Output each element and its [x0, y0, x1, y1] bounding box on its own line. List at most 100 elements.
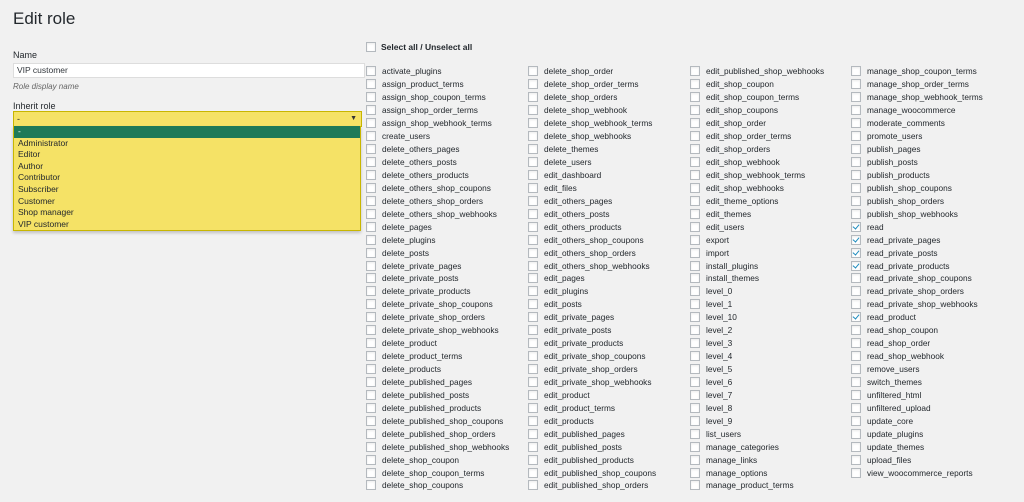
- capability-item[interactable]: delete_users: [528, 156, 656, 169]
- capability-item[interactable]: delete_posts: [366, 246, 509, 259]
- capability-item[interactable]: edit_others_shop_orders: [528, 246, 656, 259]
- capability-item[interactable]: list_users: [690, 427, 824, 440]
- capability-checkbox[interactable]: [528, 92, 538, 103]
- capability-checkbox[interactable]: [366, 351, 376, 362]
- capability-checkbox[interactable]: [851, 260, 861, 271]
- capability-checkbox[interactable]: [528, 299, 538, 310]
- capability-checkbox[interactable]: [851, 467, 861, 478]
- capability-item[interactable]: delete_published_shop_webhooks: [366, 440, 509, 453]
- capability-checkbox[interactable]: [366, 325, 376, 336]
- capability-checkbox[interactable]: [366, 144, 376, 155]
- capability-checkbox[interactable]: [366, 234, 376, 245]
- capability-item[interactable]: read_product: [851, 311, 983, 324]
- capability-checkbox[interactable]: [528, 195, 538, 206]
- capability-checkbox[interactable]: [366, 299, 376, 310]
- inherit-role-option[interactable]: Customer: [14, 196, 360, 208]
- inherit-role-option[interactable]: Shop manager: [14, 207, 360, 219]
- capability-checkbox[interactable]: [366, 131, 376, 142]
- capability-item[interactable]: publish_shop_coupons: [851, 181, 983, 194]
- capability-checkbox[interactable]: [528, 428, 538, 439]
- capability-checkbox[interactable]: [690, 157, 700, 168]
- capability-item[interactable]: level_9: [690, 414, 824, 427]
- capability-item[interactable]: delete_others_shop_webhooks: [366, 207, 509, 220]
- capability-checkbox[interactable]: [851, 338, 861, 349]
- capability-item[interactable]: assign_product_terms: [366, 78, 509, 91]
- capability-item[interactable]: edit_published_products: [528, 453, 656, 466]
- capability-checkbox[interactable]: [528, 131, 538, 142]
- capability-item[interactable]: delete_shop_webhook_terms: [528, 117, 656, 130]
- capability-item[interactable]: level_5: [690, 363, 824, 376]
- capability-checkbox[interactable]: [528, 351, 538, 362]
- capability-checkbox[interactable]: [690, 234, 700, 245]
- capability-item[interactable]: delete_shop_coupon: [366, 453, 509, 466]
- capability-item[interactable]: read_private_posts: [851, 246, 983, 259]
- capability-item[interactable]: delete_private_products: [366, 285, 509, 298]
- capability-checkbox[interactable]: [528, 402, 538, 413]
- capability-item[interactable]: install_plugins: [690, 259, 824, 272]
- capability-checkbox[interactable]: [690, 118, 700, 129]
- capability-checkbox[interactable]: [851, 221, 861, 232]
- capability-item[interactable]: edit_private_shop_webhooks: [528, 376, 656, 389]
- capability-checkbox[interactable]: [851, 376, 861, 387]
- capability-item[interactable]: level_1: [690, 298, 824, 311]
- capability-item[interactable]: delete_product_terms: [366, 350, 509, 363]
- capability-checkbox[interactable]: [366, 105, 376, 116]
- capability-item[interactable]: edit_shop_coupons: [690, 104, 824, 117]
- capability-checkbox[interactable]: [690, 208, 700, 219]
- capability-checkbox[interactable]: [528, 221, 538, 232]
- capability-checkbox[interactable]: [528, 144, 538, 155]
- capability-checkbox[interactable]: [528, 441, 538, 452]
- capability-item[interactable]: read_private_shop_orders: [851, 285, 983, 298]
- capability-checkbox[interactable]: [528, 157, 538, 168]
- capability-checkbox[interactable]: [851, 118, 861, 129]
- capability-checkbox[interactable]: [851, 325, 861, 336]
- capability-checkbox[interactable]: [690, 415, 700, 426]
- capability-checkbox[interactable]: [528, 118, 538, 129]
- capability-item[interactable]: assign_shop_order_terms: [366, 104, 509, 117]
- capability-item[interactable]: edit_shop_orders: [690, 143, 824, 156]
- capability-item[interactable]: edit_shop_order_terms: [690, 130, 824, 143]
- capability-item[interactable]: assign_shop_webhook_terms: [366, 117, 509, 130]
- capability-checkbox[interactable]: [366, 480, 376, 491]
- capability-checkbox[interactable]: [366, 221, 376, 232]
- capability-checkbox[interactable]: [366, 195, 376, 206]
- capability-item[interactable]: level_10: [690, 311, 824, 324]
- capability-checkbox[interactable]: [528, 415, 538, 426]
- capability-checkbox[interactable]: [851, 364, 861, 375]
- capability-item[interactable]: edit_published_shop_webhooks: [690, 65, 824, 78]
- capability-checkbox[interactable]: [690, 66, 700, 77]
- capability-checkbox[interactable]: [690, 144, 700, 155]
- capability-item[interactable]: read_private_products: [851, 259, 983, 272]
- inherit-role-option[interactable]: Author: [14, 161, 360, 173]
- capability-item[interactable]: edit_files: [528, 181, 656, 194]
- capability-checkbox[interactable]: [851, 273, 861, 284]
- capability-item[interactable]: publish_posts: [851, 156, 983, 169]
- capability-item[interactable]: manage_shop_webhook_terms: [851, 91, 983, 104]
- capability-item[interactable]: edit_themes: [690, 207, 824, 220]
- capability-item[interactable]: read_shop_webhook: [851, 350, 983, 363]
- capability-item[interactable]: publish_pages: [851, 143, 983, 156]
- capability-checkbox[interactable]: [851, 92, 861, 103]
- capability-checkbox[interactable]: [690, 247, 700, 258]
- capability-checkbox[interactable]: [366, 376, 376, 387]
- capability-item[interactable]: delete_published_shop_orders: [366, 427, 509, 440]
- capability-checkbox[interactable]: [690, 402, 700, 413]
- capability-item[interactable]: unfiltered_html: [851, 388, 983, 401]
- capability-checkbox[interactable]: [851, 351, 861, 362]
- capability-checkbox[interactable]: [528, 454, 538, 465]
- capability-item[interactable]: delete_private_pages: [366, 259, 509, 272]
- capability-checkbox[interactable]: [690, 221, 700, 232]
- capability-item[interactable]: level_3: [690, 337, 824, 350]
- capability-checkbox[interactable]: [528, 79, 538, 90]
- capability-checkbox[interactable]: [851, 402, 861, 413]
- capability-checkbox[interactable]: [690, 325, 700, 336]
- capability-checkbox[interactable]: [528, 286, 538, 297]
- capability-checkbox[interactable]: [528, 467, 538, 478]
- capability-checkbox[interactable]: [690, 131, 700, 142]
- capability-checkbox[interactable]: [690, 105, 700, 116]
- capability-item[interactable]: delete_others_shop_orders: [366, 194, 509, 207]
- select-all-checkbox[interactable]: [366, 42, 376, 52]
- capability-item[interactable]: delete_shop_orders: [528, 91, 656, 104]
- capability-checkbox[interactable]: [851, 169, 861, 180]
- capability-item[interactable]: delete_shop_coupons: [366, 479, 509, 492]
